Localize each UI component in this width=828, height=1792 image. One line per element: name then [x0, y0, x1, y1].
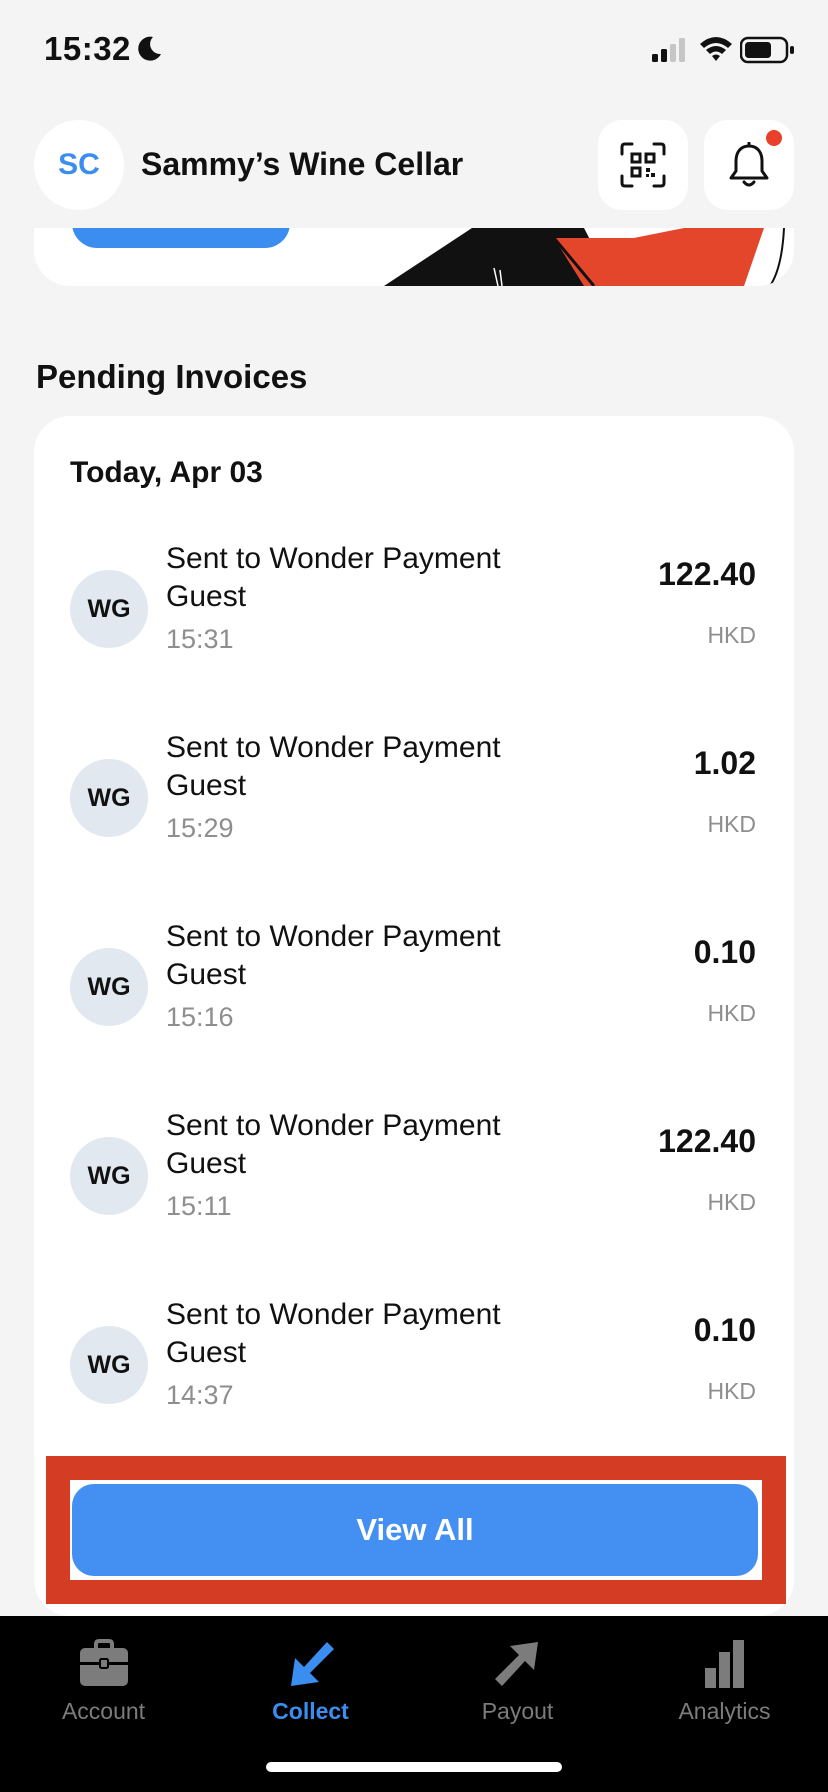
tab-payout[interactable]: Payout	[414, 1616, 621, 1756]
tab-collect[interactable]: Collect	[207, 1616, 414, 1756]
invoice-time: 15:29	[166, 813, 234, 843]
tab-analytics[interactable]: Analytics	[621, 1616, 828, 1756]
merchant-avatar[interactable]: SC	[34, 120, 124, 210]
invoice-title: Sent to Wonder Payment Guest	[166, 731, 501, 802]
invoice-row[interactable]: WG Sent to Wonder Payment Guest 15:16 0.…	[34, 918, 794, 1098]
invoice-amount: 0.10	[693, 1312, 756, 1348]
bar-chart-icon	[704, 1640, 744, 1688]
invoice-time: 15:31	[166, 624, 234, 654]
promo-banner-card[interactable]	[34, 228, 794, 286]
moon-icon	[138, 36, 161, 61]
arrow-down-left-icon	[290, 1642, 334, 1686]
bell-icon	[729, 142, 769, 187]
qr-scan-button[interactable]	[598, 120, 688, 210]
briefcase-icon	[79, 1639, 128, 1686]
tab-label: Collect	[272, 1698, 349, 1724]
recipient-avatar: WG	[70, 948, 148, 1026]
invoice-title: Sent to Wonder Payment Guest	[166, 1298, 501, 1369]
tab-label: Account	[61, 1698, 146, 1724]
invoice-amount: 0.10	[693, 934, 756, 970]
tab-label: Payout	[481, 1698, 554, 1724]
invoice-title: Sent to Wonder Payment Guest	[166, 542, 501, 613]
invoice-row[interactable]: WG Sent to Wonder Payment Guest 14:37 0.…	[34, 1296, 794, 1476]
invoice-amount: 122.40	[658, 1123, 756, 1159]
invoice-currency: HKD	[707, 1000, 756, 1026]
invoice-time: 15:16	[166, 1002, 234, 1032]
invoice-title: Sent to Wonder Payment Guest	[166, 920, 501, 991]
status-bar: 15:32	[0, 0, 828, 100]
invoice-time: 15:11	[166, 1191, 232, 1221]
date-group-label: Today, Apr 03	[70, 456, 263, 489]
pending-invoices-title: Pending Invoices	[36, 358, 308, 395]
banner-illustration	[384, 228, 785, 286]
invoice-currency: HKD	[707, 622, 756, 648]
qr-scan-icon	[620, 142, 666, 188]
invoice-row[interactable]: WG Sent to Wonder Payment Guest 15:11 12…	[34, 1107, 794, 1287]
invoice-amount: 122.40	[658, 556, 756, 592]
signal-icon	[652, 38, 685, 62]
recipient-avatar: WG	[70, 1137, 148, 1215]
banner-action-button[interactable]	[72, 228, 290, 248]
arrow-up-right-icon	[494, 1642, 538, 1686]
recipient-avatar: WG	[70, 570, 148, 648]
battery-icon	[740, 36, 794, 64]
notifications-button[interactable]	[704, 120, 794, 210]
recipient-avatar: WG	[70, 759, 148, 837]
wifi-icon	[700, 37, 732, 61]
tab-label: Analytics	[678, 1698, 771, 1724]
merchant-name: Sammy’s Wine Cellar	[141, 146, 464, 182]
home-indicator[interactable]	[266, 1762, 562, 1772]
invoice-row[interactable]: WG Sent to Wonder Payment Guest 15:29 1.…	[34, 729, 794, 909]
pending-invoices-card: Today, Apr 03 WG Sent to Wonder Payment …	[34, 416, 794, 1616]
notification-dot	[766, 130, 782, 146]
recipient-avatar: WG	[70, 1326, 148, 1404]
tab-account[interactable]: Account	[0, 1616, 207, 1756]
invoice-currency: HKD	[707, 1378, 756, 1404]
app-header: SC Sammy’s Wine Cellar	[0, 118, 828, 210]
invoice-title: Sent to Wonder Payment Guest	[166, 1109, 501, 1180]
invoice-row[interactable]: WG Sent to Wonder Payment Guest 15:31 12…	[34, 540, 794, 720]
invoice-currency: HKD	[707, 1189, 756, 1215]
invoice-currency: HKD	[707, 811, 756, 837]
invoice-amount: 1.02	[693, 745, 756, 781]
status-time: 15:32	[44, 30, 131, 67]
invoice-time: 14:37	[166, 1380, 234, 1410]
view-all-button[interactable]: View All	[72, 1484, 758, 1576]
